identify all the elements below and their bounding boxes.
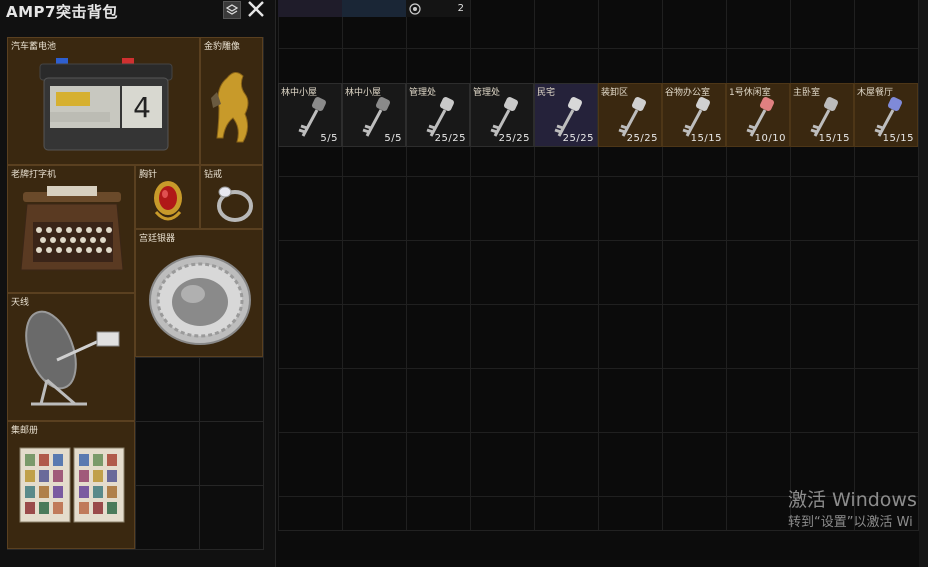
stash-key-slot[interactable]: 林中小屋 5/5 bbox=[342, 83, 406, 147]
stash-top-cell-2[interactable] bbox=[342, 0, 406, 17]
brooch-icon bbox=[154, 181, 182, 221]
key-count: 25/25 bbox=[562, 133, 594, 144]
stash-key-slot[interactable]: 管理处 25/25 bbox=[470, 83, 534, 147]
diamond-ring-icon bbox=[217, 186, 253, 222]
typewriter-icon bbox=[20, 186, 124, 271]
layers-icon bbox=[226, 4, 238, 15]
satellite-dish-icon bbox=[25, 310, 120, 406]
item-label: 金豹雕像 bbox=[204, 42, 241, 52]
battery-digit: 4 bbox=[133, 91, 151, 124]
key-count: 25/25 bbox=[434, 133, 466, 144]
stash-key-slot[interactable]: 管理处 25/25 bbox=[406, 83, 470, 147]
stash-key-slot[interactable]: 林中小屋 5/5 bbox=[278, 83, 342, 147]
key-count: 15/15 bbox=[690, 133, 722, 144]
item-label: 汽车蓄电池 bbox=[11, 42, 57, 52]
key-count: 5/5 bbox=[320, 133, 338, 144]
stash-key-slot[interactable]: 装卸区 25/25 bbox=[598, 83, 662, 147]
layers-toggle-button[interactable] bbox=[223, 1, 241, 19]
stash-key-slot[interactable]: 主卧室 15/15 bbox=[790, 83, 854, 147]
item-label: 老牌打字机 bbox=[11, 170, 57, 180]
backpack-item-stamp-album[interactable]: 集邮册 bbox=[7, 421, 135, 549]
stash-top-cell-1[interactable] bbox=[278, 0, 342, 17]
stash-grid: 2 林中小屋 5/5 林中小屋 5/5 管理处 25/25 管理处 25/25 民宅 25/25 装… bbox=[278, 0, 919, 531]
backpack-item-golden-leopard[interactable]: 金豹雕像 bbox=[200, 37, 263, 165]
stash-key-slot[interactable]: 谷物办公室 15/15 bbox=[662, 83, 726, 147]
scrollbar[interactable] bbox=[919, 0, 928, 567]
stash-key-slot[interactable]: 木屋餐厅 15/15 bbox=[854, 83, 918, 147]
stash-key-slot[interactable]: 民宅 25/25 bbox=[534, 83, 598, 147]
item-label: 集邮册 bbox=[11, 426, 39, 436]
key-count: 5/5 bbox=[384, 133, 402, 144]
stamp-album-icon bbox=[19, 447, 125, 523]
backpack-item-diamond-ring[interactable]: 钻戒 bbox=[200, 165, 263, 229]
backpack-grid: 汽车蓄电池 4 金豹雕像 老牌打字机 胸针 钻戒 宫廷银器 天线 集邮册 bbox=[7, 37, 264, 550]
item-label: 天线 bbox=[11, 298, 30, 308]
stash-key-slot[interactable]: 1号休闲室 10/10 bbox=[726, 83, 790, 147]
car-battery-icon: 4 bbox=[39, 58, 173, 151]
backpack-title: AMP7突击背包 bbox=[6, 3, 118, 21]
backpack-item-typewriter[interactable]: 老牌打字机 bbox=[7, 165, 135, 293]
backpack-item-silver-plate[interactable]: 宫廷银器 bbox=[135, 229, 263, 357]
windows-activation-title: 激活 Windows bbox=[788, 489, 917, 511]
windows-activation-hint: 转到“设置”以激活 Wi bbox=[788, 515, 913, 530]
silver-plate-icon bbox=[149, 255, 251, 345]
stash-top-cell-3[interactable]: 2 bbox=[406, 0, 470, 17]
key-count: 15/15 bbox=[882, 133, 914, 144]
key-count: 10/10 bbox=[754, 133, 786, 144]
item-count: 2 bbox=[457, 3, 464, 14]
golden-leopard-statue-icon bbox=[211, 72, 249, 143]
key-count: 15/15 bbox=[818, 133, 850, 144]
currency-icon bbox=[409, 3, 421, 15]
key-count: 25/25 bbox=[626, 133, 658, 144]
backpack-panel: AMP7突击背包 汽车蓄电池 4 金豹雕像 老牌打字机 胸针 钻戒 宫廷银器 天… bbox=[0, 0, 276, 567]
close-icon bbox=[248, 1, 264, 17]
item-label: 宫廷银器 bbox=[139, 234, 176, 244]
backpack-item-satellite-dish[interactable]: 天线 bbox=[7, 293, 135, 421]
close-button[interactable] bbox=[245, 0, 267, 20]
backpack-item-car-battery[interactable]: 汽车蓄电池 4 bbox=[7, 37, 200, 165]
backpack-item-brooch[interactable]: 胸针 bbox=[135, 165, 200, 229]
key-count: 25/25 bbox=[498, 133, 530, 144]
item-label: 钻戒 bbox=[204, 170, 223, 180]
